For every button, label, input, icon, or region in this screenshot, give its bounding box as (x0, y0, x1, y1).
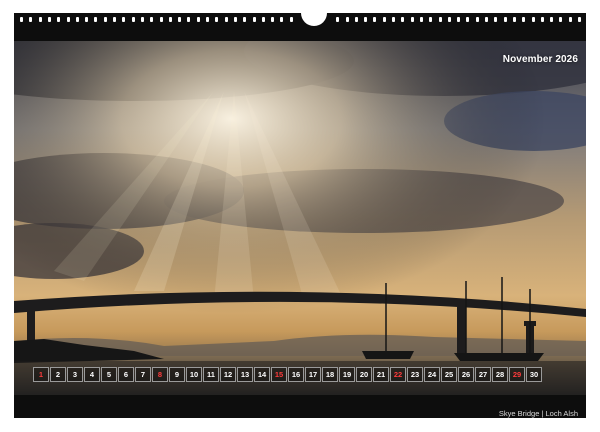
binding-hole (103, 17, 107, 22)
binding-hole (345, 17, 349, 22)
binding-hole (447, 17, 451, 22)
day-cell: 9 (169, 367, 185, 382)
day-cell: 30 (526, 367, 542, 382)
binding-hole (243, 17, 247, 22)
binding-hole (47, 17, 51, 22)
binding-hole (280, 17, 284, 22)
binding-hole (392, 17, 395, 22)
binding-hole (233, 17, 237, 22)
binding-hole (224, 17, 228, 22)
day-cell: 6 (118, 367, 134, 382)
day-cell: 28 (492, 367, 508, 382)
binding-hole (94, 17, 98, 22)
day-cell: 20 (356, 367, 372, 382)
binding-hole (466, 17, 470, 22)
binding-hole (168, 17, 172, 22)
binding-hole (438, 17, 442, 22)
day-cell: 27 (475, 367, 491, 382)
binding-hole (178, 17, 182, 22)
binding-hole (559, 17, 563, 22)
spiral-binding (14, 13, 586, 27)
binding-hole (206, 17, 209, 22)
binding-hole (354, 17, 358, 22)
day-cell: 16 (288, 367, 304, 382)
binding-hole (401, 17, 405, 22)
binding-hole (485, 17, 488, 22)
binding-hole (261, 17, 265, 22)
binding-hole (531, 17, 535, 22)
binding-hole (57, 17, 61, 22)
binding-hole (540, 17, 544, 22)
binding-hole (140, 17, 144, 22)
binding-hole (364, 17, 368, 22)
binding-hole (336, 17, 340, 22)
binding-hole (85, 17, 89, 22)
binding-hole (131, 17, 135, 22)
binding-hole (187, 17, 191, 22)
binding-hole (122, 17, 126, 22)
day-cell: 15 (271, 367, 287, 382)
day-cell: 25 (441, 367, 457, 382)
binding-hole (159, 17, 163, 22)
day-cell: 13 (237, 367, 253, 382)
binding-hole (568, 17, 572, 22)
day-cell: 19 (339, 367, 355, 382)
binding-hole (271, 17, 275, 22)
day-cell: 3 (67, 367, 83, 382)
binding-hole (429, 17, 433, 22)
day-cell: 24 (424, 367, 440, 382)
day-cell: 21 (373, 367, 389, 382)
day-cell: 2 (50, 367, 66, 382)
binding-hole (410, 17, 414, 22)
binding-hole (20, 17, 23, 22)
binding-hole (494, 17, 498, 22)
binding-hole (457, 17, 461, 22)
binding-hole (550, 17, 554, 22)
day-cell: 4 (84, 367, 100, 382)
day-cell: 23 (407, 367, 423, 382)
landscape-photo (14, 41, 586, 395)
binding-hole (113, 17, 116, 22)
binding-hole (66, 17, 70, 22)
binding-hole (252, 17, 256, 22)
day-cell: 1 (33, 367, 49, 382)
day-cell: 22 (390, 367, 406, 382)
day-cell: 17 (305, 367, 321, 382)
hanger-notch (301, 13, 327, 26)
days-strip: 1 2 3 4 5 6 7 8 9 10 11 12 13 14 15 16 17 18 19 20 21 22 23 24 2… (33, 367, 542, 383)
binding-hole (373, 17, 377, 22)
day-cell: 14 (254, 367, 270, 382)
binding-hole (75, 17, 79, 22)
day-cell: 12 (220, 367, 236, 382)
day-cell: 7 (135, 367, 151, 382)
binding-hole (475, 17, 479, 22)
day-cell: 26 (458, 367, 474, 382)
day-cell: 8 (152, 367, 168, 382)
binding-hole (419, 17, 423, 22)
binding-hole (150, 17, 154, 22)
binding-hole (578, 17, 581, 22)
day-cell: 18 (322, 367, 338, 382)
day-cell: 5 (101, 367, 117, 382)
binding-hole (38, 17, 42, 22)
photo-caption: Skye Bridge | Loch Alsh (498, 409, 578, 418)
binding-hole (196, 17, 200, 22)
binding-hole (289, 17, 293, 22)
binding-hole (503, 17, 507, 22)
binding-hole (382, 17, 386, 22)
day-cell: 10 (186, 367, 202, 382)
binding-hole (512, 17, 516, 22)
binding-hole (522, 17, 526, 22)
binding-hole (215, 17, 219, 22)
day-cell: 29 (509, 367, 525, 382)
month-title: November 2026 (502, 54, 578, 65)
binding-hole (29, 17, 33, 22)
day-cell: 11 (203, 367, 219, 382)
